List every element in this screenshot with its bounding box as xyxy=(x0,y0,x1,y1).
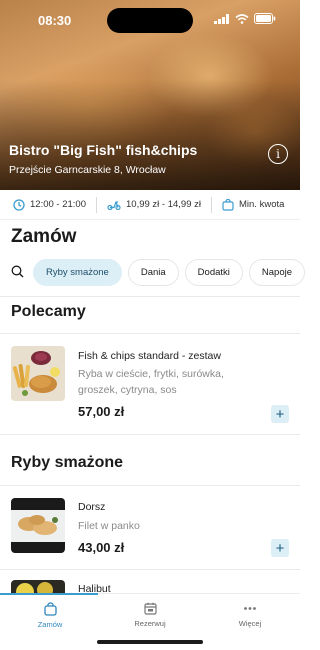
cod-fillet-image xyxy=(11,498,65,553)
signal-icon xyxy=(214,13,229,24)
tab-rezerwuj[interactable]: Rezerwuj xyxy=(100,602,200,628)
opening-hours-text: 12:00 - 21:00 xyxy=(30,199,86,210)
category-chip-dania[interactable]: Dania xyxy=(127,259,179,286)
category-tabs: Ryby smażone Dania Dodatki Napoje xyxy=(33,259,305,286)
tab-zamow[interactable]: Zamów xyxy=(0,602,100,629)
scooter-icon xyxy=(107,201,121,210)
basket-icon xyxy=(222,198,234,211)
fish-and-chips-image xyxy=(11,346,65,401)
clock-icon xyxy=(13,198,25,211)
min-order: Min. kwota xyxy=(212,198,294,211)
menu-item[interactable]: Dorsz Filet w panko 43,00 zł + xyxy=(0,485,300,569)
tab-label: Rezerwuj xyxy=(134,619,166,628)
category-chip-ryby-smazone[interactable]: Ryby smażone xyxy=(33,259,122,286)
restaurant-address: Przejście Garncarskie 8, Wrocław xyxy=(9,164,166,176)
wifi-icon xyxy=(235,13,249,24)
tab-wiecej[interactable]: Więcej xyxy=(200,602,300,628)
menu-item[interactable]: Fish & chips standard - zestaw Ryba w ci… xyxy=(0,333,300,433)
tab-label: Zamów xyxy=(37,620,63,629)
restaurant-info-strip: 12:00 - 21:00 10,99 zł - 14,99 zł Min. k… xyxy=(0,190,300,220)
hero-text: Bistro "Big Fish" fish&chips Przejście G… xyxy=(9,142,197,176)
item-description: Filet w panko xyxy=(78,520,140,532)
add-to-cart-button[interactable]: + xyxy=(271,539,289,557)
category-chip-dodatki[interactable]: Dodatki xyxy=(184,259,243,286)
min-order-text: Min. kwota xyxy=(239,199,285,210)
delivery-cost-text: 10,99 zł - 14,99 zł xyxy=(126,199,201,210)
status-icons xyxy=(214,13,276,24)
item-name: Fish & chips standard - zestaw xyxy=(78,350,221,362)
calendar-icon xyxy=(143,602,157,615)
search-icon[interactable] xyxy=(11,265,24,278)
item-price: 43,00 zł xyxy=(78,540,125,555)
camera-notch xyxy=(107,8,193,33)
restaurant-name: Bistro "Big Fish" fish&chips xyxy=(9,142,198,158)
status-time: 08:30 xyxy=(38,13,72,28)
section-divider xyxy=(0,296,300,297)
section-title-polecamy: Polecamy xyxy=(11,303,86,320)
item-name: Dorsz xyxy=(78,501,106,513)
order-title: Zamów xyxy=(11,226,77,247)
add-to-cart-button[interactable]: + xyxy=(271,405,289,423)
more-dots-icon xyxy=(244,607,256,610)
tab-label: Więcej xyxy=(238,619,262,628)
opening-hours: 12:00 - 21:00 xyxy=(0,198,96,211)
delivery-cost: 10,99 zł - 14,99 zł xyxy=(97,199,211,210)
active-tab-indicator xyxy=(0,593,98,595)
item-description: Ryba w cieście, frytki, surówka, groszek… xyxy=(78,368,224,396)
restaurant-hero: 08:30 Bistro "Big Fish" fish&chips Przej… xyxy=(0,0,300,190)
item-price: 57,00 zł xyxy=(78,404,125,419)
section-title-ryby-smazone: Ryby smażone xyxy=(11,454,124,471)
category-chip-napoje[interactable]: Napoje xyxy=(248,259,305,286)
info-icon[interactable]: i xyxy=(268,144,288,164)
battery-icon xyxy=(254,13,276,24)
bag-icon xyxy=(43,602,57,616)
section-divider xyxy=(0,434,300,435)
home-indicator xyxy=(97,640,203,644)
